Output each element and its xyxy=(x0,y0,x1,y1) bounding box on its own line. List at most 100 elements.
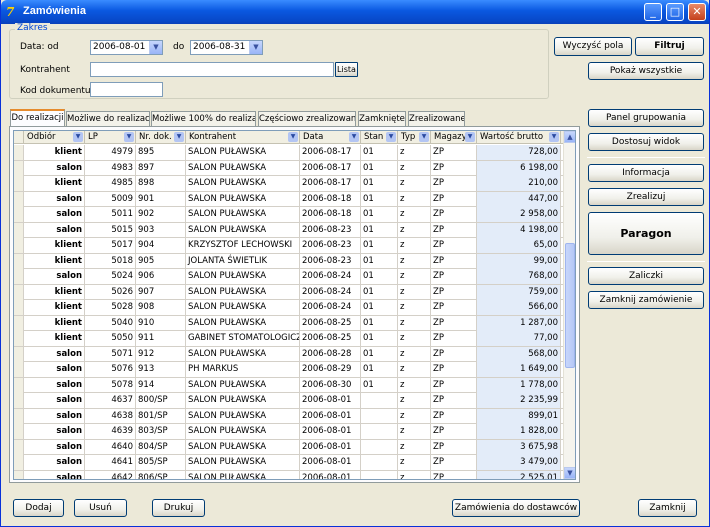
cell-magazyn[interactable]: ZP xyxy=(431,362,477,377)
cell-stan[interactable]: 01 xyxy=(361,300,398,315)
cell-data[interactable]: 2006-08-18 xyxy=(300,207,361,222)
cell-nr-dok[interactable]: 895 xyxy=(136,145,186,160)
row-indicator[interactable] xyxy=(14,160,24,176)
cell-magazyn[interactable]: ZP xyxy=(431,269,477,284)
table-row[interactable]: klient 5017 904 KRZYSZTOF LECHOWSKI 2006-08-… xyxy=(14,238,575,254)
table-row[interactable]: klient 5040 910 SALON PUŁAWSKA 2006-08-25 01 z… xyxy=(14,315,575,331)
cell-nr-dok[interactable]: 905 xyxy=(136,253,186,269)
cell-data[interactable]: 2006-08-01 xyxy=(300,470,361,479)
cell-nr-dok[interactable]: 913 xyxy=(136,362,186,377)
cell-typ[interactable]: z xyxy=(398,160,431,176)
cell-lp[interactable]: 5078 xyxy=(85,377,136,393)
chevron-down-icon[interactable]: ▼ xyxy=(149,41,162,54)
cell-odbior[interactable]: salon xyxy=(24,470,85,479)
col-header-stan[interactable]: Stan ▼ xyxy=(361,131,398,144)
customize-view-button[interactable]: Dostosuj widok xyxy=(588,133,704,151)
cell-kontrahent[interactable]: SALON PUŁAWSKA xyxy=(186,315,300,331)
cell-magazyn[interactable]: ZP xyxy=(431,253,477,269)
cell-magazyn[interactable]: ZP xyxy=(431,191,477,207)
chevron-down-icon[interactable]: ▼ xyxy=(465,132,475,142)
table-row[interactable]: salon 4640 804/SP SALON PUŁAWSKA 2006-08-01 z… xyxy=(14,439,575,455)
cell-lp[interactable]: 5040 xyxy=(85,315,136,331)
cell-typ[interactable]: z xyxy=(398,176,431,191)
cell-stan[interactable]: 01 xyxy=(361,269,398,284)
cell-stan[interactable]: 01 xyxy=(361,362,398,377)
cell-data[interactable]: 2006-08-24 xyxy=(300,300,361,315)
cell-lp[interactable]: 5024 xyxy=(85,269,136,284)
cell-typ[interactable]: z xyxy=(398,207,431,222)
cell-wartosc-brutto[interactable]: 99,00 xyxy=(477,253,561,269)
cell-kontrahent[interactable]: SALON PUŁAWSKA xyxy=(186,455,300,470)
cell-wartosc-brutto[interactable]: 768,00 xyxy=(477,269,561,284)
cell-magazyn[interactable]: ZP xyxy=(431,470,477,479)
cell-stan[interactable]: 01 xyxy=(361,222,398,238)
table-row[interactable]: salon 5024 906 SALON PUŁAWSKA 2006-08-24 01 z Z… xyxy=(14,269,575,285)
row-indicator[interactable] xyxy=(14,377,24,393)
scroll-up-icon[interactable]: ▲ xyxy=(564,131,575,143)
table-row[interactable]: salon 4637 800/SP SALON PUŁAWSKA 2006-08-01 z… xyxy=(14,393,575,409)
doc-code-input[interactable] xyxy=(90,82,163,97)
table-row[interactable]: salon 5009 901 SALON PUŁAWSKA 2006-08-18 01 z Z… xyxy=(14,191,575,207)
cell-magazyn[interactable]: ZP xyxy=(431,300,477,315)
cell-lp[interactable]: 4983 xyxy=(85,160,136,176)
cell-lp[interactable]: 4640 xyxy=(85,439,136,455)
chevron-down-icon[interactable]: ▼ xyxy=(419,132,429,142)
cell-data[interactable]: 2006-08-23 xyxy=(300,238,361,253)
cell-data[interactable]: 2006-08-25 xyxy=(300,315,361,331)
cell-magazyn[interactable]: ZP xyxy=(431,393,477,408)
cell-wartosc-brutto[interactable]: 2 235,99 xyxy=(477,393,561,408)
cell-kontrahent[interactable]: JOLANTA ŚWIETLIK xyxy=(186,253,300,269)
cell-magazyn[interactable]: ZP xyxy=(431,439,477,455)
cell-wartosc-brutto[interactable]: 447,00 xyxy=(477,191,561,207)
cell-data[interactable]: 2006-08-17 xyxy=(300,145,361,160)
cell-data[interactable]: 2006-08-17 xyxy=(300,176,361,191)
col-header-typ[interactable]: Typ ▼ xyxy=(398,131,431,144)
scroll-down-icon[interactable]: ▼ xyxy=(564,467,575,479)
cell-data[interactable]: 2006-08-24 xyxy=(300,284,361,300)
cell-nr-dok[interactable]: 801/SP xyxy=(136,408,186,424)
cell-data[interactable]: 2006-08-01 xyxy=(300,424,361,439)
cell-odbior[interactable]: klient xyxy=(24,253,85,269)
table-row[interactable]: klient 5018 905 JOLANTA ŚWIETLIK 2006-08-23 0… xyxy=(14,253,575,269)
cell-magazyn[interactable]: ZP xyxy=(431,424,477,439)
table-row[interactable]: salon 5015 903 SALON PUŁAWSKA 2006-08-23 01 z Z… xyxy=(14,222,575,238)
row-indicator[interactable] xyxy=(14,362,24,377)
cell-magazyn[interactable]: ZP xyxy=(431,331,477,346)
row-indicator[interactable] xyxy=(14,439,24,455)
row-indicator[interactable] xyxy=(14,393,24,408)
delete-button[interactable]: Usuń xyxy=(74,499,127,517)
row-indicator[interactable] xyxy=(14,455,24,470)
cell-nr-dok[interactable]: 908 xyxy=(136,300,186,315)
tab-mozliwe-100[interactable]: Możliwe 100% do realizacji xyxy=(151,111,256,126)
info-button[interactable]: Informacja xyxy=(588,164,704,182)
cell-lp[interactable]: 5015 xyxy=(85,222,136,238)
cell-stan[interactable]: 01 xyxy=(361,191,398,207)
cell-magazyn[interactable]: ZP xyxy=(431,222,477,238)
cell-data[interactable]: 2006-08-24 xyxy=(300,269,361,284)
list-button[interactable]: Lista xyxy=(335,62,358,77)
close-window-button[interactable]: ✕ xyxy=(688,3,706,21)
cell-wartosc-brutto[interactable]: 210,00 xyxy=(477,176,561,191)
cell-lp[interactable]: 5017 xyxy=(85,238,136,253)
cell-magazyn[interactable]: ZP xyxy=(431,377,477,393)
row-indicator[interactable] xyxy=(14,408,24,424)
cell-magazyn[interactable]: ZP xyxy=(431,207,477,222)
cell-kontrahent[interactable]: SALON PUŁAWSKA xyxy=(186,207,300,222)
chevron-down-icon[interactable]: ▼ xyxy=(288,132,298,142)
cell-wartosc-brutto[interactable]: 6 198,00 xyxy=(477,160,561,176)
cell-odbior[interactable]: salon xyxy=(24,424,85,439)
cell-kontrahent[interactable]: SALON PUŁAWSKA xyxy=(186,346,300,362)
supplier-orders-button[interactable]: Zamówienia do dostawców xyxy=(452,499,580,517)
cell-odbior[interactable]: salon xyxy=(24,439,85,455)
cell-nr-dok[interactable]: 897 xyxy=(136,160,186,176)
cell-kontrahent[interactable]: SALON PUŁAWSKA xyxy=(186,377,300,393)
cell-nr-dok[interactable]: 898 xyxy=(136,176,186,191)
tab-zamkniete[interactable]: Zamknięte xyxy=(358,111,406,126)
cell-typ[interactable]: z xyxy=(398,238,431,253)
table-row[interactable]: salon 5078 914 SALON PUŁAWSKA 2006-08-30 01 z Z… xyxy=(14,377,575,393)
cell-kontrahent[interactable]: SALON PUŁAWSKA xyxy=(186,393,300,408)
cell-nr-dok[interactable]: 902 xyxy=(136,207,186,222)
table-row[interactable]: salon 5076 913 PH MARKUS 2006-08-29 01 z ZP 1 64… xyxy=(14,362,575,378)
cell-data[interactable]: 2006-08-29 xyxy=(300,362,361,377)
row-indicator[interactable] xyxy=(14,284,24,300)
